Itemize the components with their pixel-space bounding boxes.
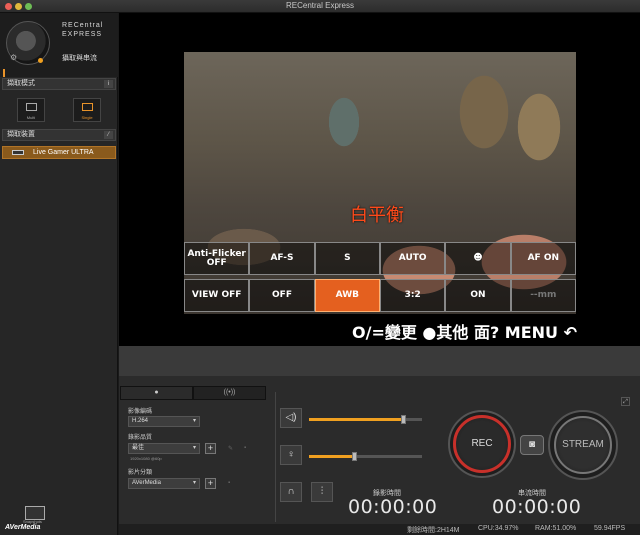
stream-timer: 00:00:00	[492, 496, 582, 518]
speaker-volume-thumb[interactable]	[400, 415, 406, 424]
tab-stream[interactable]: ((•))	[193, 386, 266, 400]
view-cell: VIEW OFF	[184, 279, 250, 312]
capture-device-title: 擷取裝置	[7, 131, 35, 138]
rec-timer: 00:00:00	[348, 496, 438, 518]
speaker-volume-slider[interactable]	[309, 415, 422, 424]
single-view-icon	[82, 103, 93, 111]
aspect-ratio-cell: 3:2	[379, 279, 446, 312]
fps-readout: 59.94FPS	[594, 525, 626, 532]
af-mode-cell: AF-S	[249, 242, 315, 275]
capture-mode-title: 擷取模式	[7, 80, 35, 87]
mic-volume-thumb[interactable]	[352, 452, 358, 461]
mode-label: 攝取與串流	[62, 55, 97, 62]
brand-name: RECentral	[62, 22, 104, 29]
video-encoder-select[interactable]: H.264	[128, 416, 200, 427]
brand-subtitle: EXPRESS	[62, 31, 103, 38]
person-icon: ☻	[445, 242, 511, 275]
capture-device-header: 擷取裝置 ⁄	[2, 129, 116, 141]
category-select[interactable]: AVerMedia	[128, 478, 200, 489]
info-icon[interactable]: i	[104, 80, 113, 88]
stream-button[interactable]: STREAM	[554, 416, 612, 474]
category-label: 影片分類	[128, 470, 153, 476]
mode-multi-button[interactable]: Multi	[17, 98, 45, 122]
device-name: Live Gamer ULTRA	[33, 149, 94, 156]
edit-icon[interactable]: ✎	[228, 445, 233, 452]
mode-indicator	[3, 69, 5, 77]
quality-info: 1920x1080 @60p	[130, 456, 162, 461]
sidebar: ⚙ RECentral EXPRESS 攝取與串流 擷取模式 i Multi S…	[0, 13, 118, 535]
mixer-icon[interactable]: ⫶	[311, 482, 333, 502]
stabilizer-cell: ON	[445, 279, 511, 312]
quality-select[interactable]: 最佳	[128, 443, 200, 454]
mode-single-label: Single	[81, 115, 93, 120]
device-item[interactable]: Live Gamer ULTRA	[2, 146, 116, 159]
capture-card-icon	[12, 150, 24, 155]
wrench-icon[interactable]: ⁄	[104, 131, 113, 139]
remaining-time: 剩餘時間:2H14M	[407, 527, 460, 534]
rec-button[interactable]: REC	[453, 415, 511, 473]
trash-icon[interactable]: ▪	[244, 445, 246, 451]
anti-flicker-cell: Anti-Flicker OFF	[184, 242, 250, 275]
control-panel-top-strip	[119, 346, 640, 376]
awb-cell: AWB	[314, 279, 380, 312]
mode-dial-indicator	[38, 58, 43, 63]
flash-cell: OFF	[249, 279, 315, 312]
title-bar: RECentral Express	[0, 0, 640, 13]
trash-icon[interactable]: ▪	[228, 480, 230, 486]
logo-area: ⚙ RECentral EXPRESS 攝取與串流	[0, 13, 118, 77]
focal-length-cell: --mm	[510, 279, 576, 312]
microphone-icon[interactable]: ♀	[280, 445, 302, 465]
eye-af-cell: AF ON	[510, 242, 576, 275]
headphones-icon[interactable]: ∩	[280, 482, 302, 502]
multi-view-icon	[26, 103, 37, 111]
expand-icon[interactable]: ⤢	[621, 397, 630, 406]
speaker-volume-fill	[309, 418, 403, 421]
tab-record[interactable]: ●	[120, 386, 193, 400]
capture-mode-header: 擷取模式 i	[2, 78, 116, 90]
speaker-icon[interactable]: ◁)	[280, 408, 302, 428]
mic-volume-fill	[309, 455, 355, 458]
add-quality-button[interactable]: +	[205, 443, 216, 454]
camera-help-text: O/=變更 ●其他 面? MENU ↶	[352, 323, 578, 342]
camera-menu-row-2: VIEW OFF OFF AWB 3:2 ON --mm	[184, 279, 576, 312]
add-category-button[interactable]: +	[205, 478, 216, 489]
video-encoder-label: 影像編碼	[128, 409, 153, 415]
window-title: RECentral Express	[285, 1, 355, 10]
mode-single-button[interactable]: Single	[73, 98, 101, 122]
mic-volume-slider[interactable]	[309, 452, 422, 461]
gear-icon[interactable]: ⚙	[10, 53, 17, 62]
metering-cell: S	[314, 242, 380, 275]
snapshot-icon[interactable]	[25, 506, 45, 520]
quality-label: 錄影品質	[128, 435, 153, 441]
cpu-usage: CPU:34.97%	[478, 525, 519, 532]
face-detect-auto-cell: AUTO	[379, 242, 446, 275]
ram-usage: RAM:51.00%	[535, 525, 577, 532]
white-balance-overlay: 白平衡	[350, 205, 404, 226]
mode-multi-label: Multi	[26, 115, 36, 120]
camera-menu-row-1: Anti-Flicker OFF AF-S S AUTO ☻ AF ON	[184, 242, 576, 275]
camera-icon[interactable]: ◙	[520, 435, 544, 455]
avermedia-logo: AVerMedia	[5, 524, 41, 531]
divider	[275, 392, 276, 522]
